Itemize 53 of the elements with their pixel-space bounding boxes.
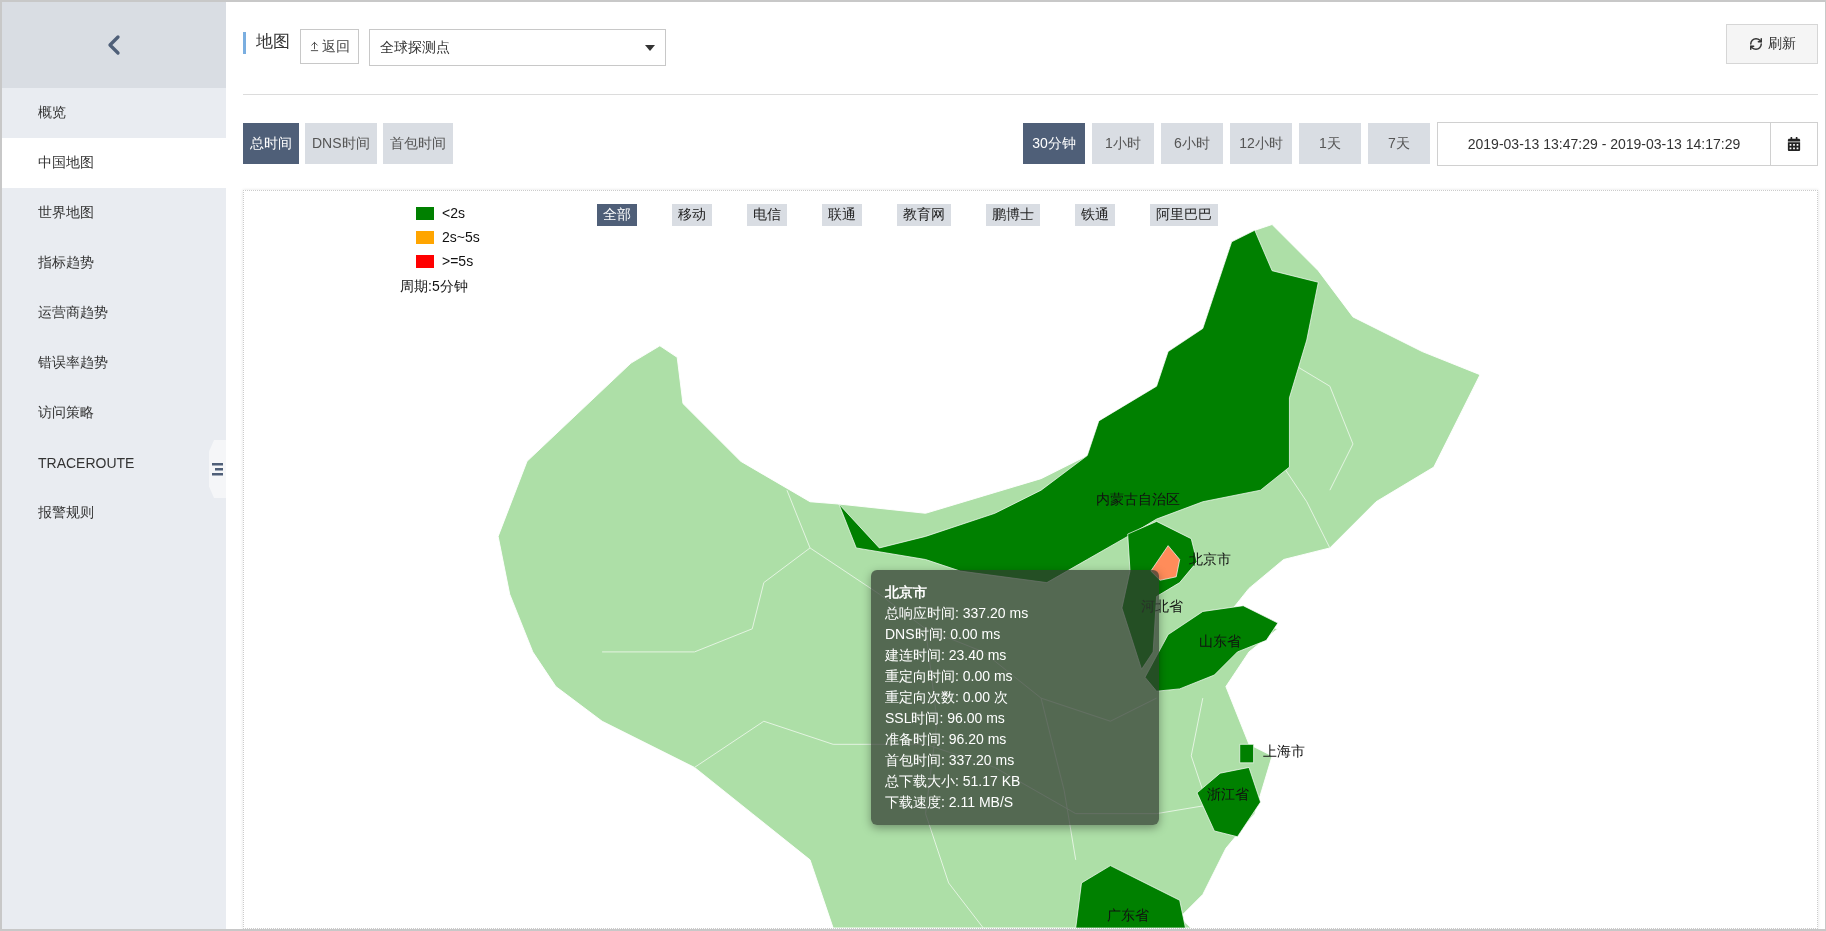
time-range-tab[interactable]: 1天: [1299, 123, 1361, 164]
sidebar-toggle-handle[interactable]: [209, 440, 226, 498]
time-range-tab[interactable]: 1小时: [1092, 123, 1154, 164]
caret-icon: [645, 44, 655, 51]
arrow-up-icon: [309, 41, 320, 52]
menu-icon: [212, 462, 223, 476]
isp-tab[interactable]: 移动: [671, 204, 712, 226]
legend-label: <2s: [442, 205, 465, 221]
date-range-field[interactable]: 2019-03-13 13:47:29 - 2019-03-13 14:17:29: [1437, 121, 1771, 166]
isp-tab[interactable]: 教育网: [896, 204, 951, 226]
tooltip-line: SSL时间: 96.00 ms: [885, 709, 1006, 728]
province-region[interactable]: [1196, 767, 1261, 838]
isp-tab[interactable]: 铁通: [1074, 204, 1115, 226]
province-label: 山东省: [1199, 633, 1242, 650]
time-range-tab[interactable]: 30分钟: [1023, 123, 1085, 164]
probe-select[interactable]: 全球探测点: [369, 29, 666, 66]
back-button[interactable]: 返回: [300, 29, 359, 64]
refresh-button[interactable]: 刷新: [1726, 24, 1818, 64]
time-range-tab[interactable]: 6小时: [1161, 123, 1223, 164]
metric-tab[interactable]: 首包时间: [382, 123, 453, 164]
tooltip-title: 北京市: [885, 583, 928, 602]
tooltip-line: 总响应时间: 337.20 ms: [885, 604, 1030, 623]
tooltip-line: 总下载大小: 51.17 KB: [885, 772, 1022, 791]
province-label: 广东省: [1106, 906, 1149, 923]
tooltip-line: 重定向时间: 0.00 ms: [885, 667, 1014, 686]
tooltip-line: DNS时间: 0.00 ms: [885, 625, 1002, 644]
isp-tab[interactable]: 联通: [821, 204, 862, 226]
period-label: 周期:5分钟: [400, 278, 468, 296]
refresh-icon: [1748, 37, 1763, 51]
tooltip-line: 首包时间: 337.20 ms: [885, 751, 1016, 770]
calendar-icon: [1787, 136, 1801, 151]
isp-tab[interactable]: 电信: [746, 204, 787, 226]
province-region[interactable]: [1150, 545, 1181, 581]
isp-tab[interactable]: 全部: [596, 204, 637, 226]
legend-label: >=5s: [442, 253, 474, 269]
calendar-button[interactable]: [1771, 121, 1818, 166]
tooltip-line: 下载速度: 2.11 MB/S: [885, 793, 1015, 812]
isp-tab[interactable]: 鹏博士: [985, 204, 1040, 226]
sidebar-item[interactable]: 中国地图: [2, 138, 226, 188]
time-range-tab[interactable]: 12小时: [1230, 123, 1292, 164]
legend-label: 2s~5s: [442, 229, 480, 245]
province-label: 内蒙古自治区: [1096, 491, 1181, 508]
tooltip-line: 准备时间: 96.20 ms: [885, 730, 1008, 749]
province-label: 浙江省: [1207, 785, 1250, 802]
time-range-tab[interactable]: 7天: [1368, 123, 1430, 164]
metric-tab[interactable]: 总时间: [243, 123, 299, 164]
isp-tab[interactable]: 阿里巴巴: [1149, 204, 1218, 226]
tooltip-line: 重定向次数: 0.00 次: [885, 688, 1009, 707]
province-label: 上海市: [1262, 742, 1305, 759]
page-title: 地图: [243, 32, 290, 54]
tooltip-line: 建连时间: 23.40 ms: [885, 646, 1008, 665]
province-region[interactable]: [1075, 865, 1186, 928]
metric-tab[interactable]: DNS时间: [305, 123, 377, 164]
